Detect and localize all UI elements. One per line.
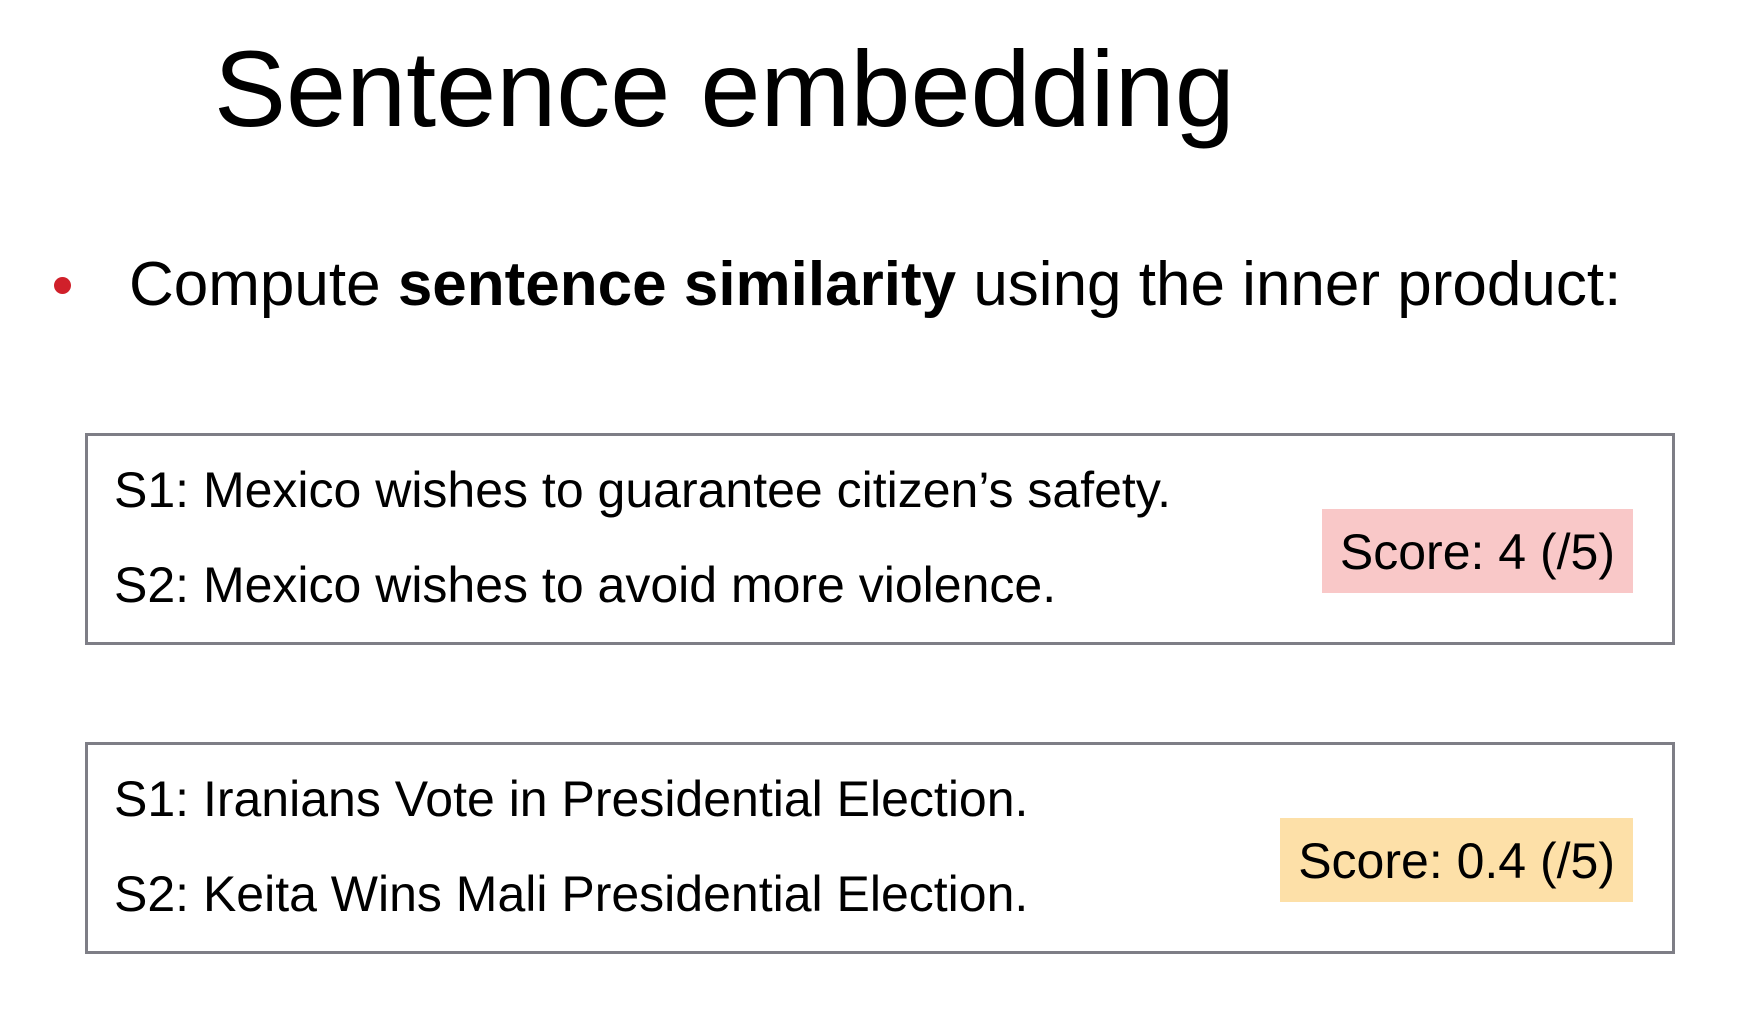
bullet-point: Compute sentence similarity using the in… [54, 248, 1621, 322]
score-badge: Score: 4 (/5) [1321, 509, 1633, 593]
bullet-bold-term: sentence similarity [397, 250, 957, 319]
sentence-2: S2: Mexico wishes to avoid more violence… [114, 557, 1057, 613]
bullet-dot-icon [54, 276, 71, 294]
bullet-prefix: Compute [129, 250, 398, 319]
sentence-pair-box-2: S1: Iranians Vote in Presidential Electi… [85, 742, 1675, 954]
score-badge: Score: 0.4 (/5) [1280, 818, 1633, 902]
sentence-2: S2: Keita Wins Mali Presidential Electio… [114, 866, 1029, 922]
sentence-1: S1: Iranians Vote in Presidential Electi… [114, 771, 1029, 827]
bullet-text: Compute sentence similarity using the in… [129, 248, 1621, 322]
sentence-1: S1: Mexico wishes to guarantee citizen’s… [114, 462, 1172, 518]
slide-title: Sentence embedding [214, 28, 1235, 149]
sentence-pair-box-1: S1: Mexico wishes to guarantee citizen’s… [85, 433, 1675, 645]
bullet-suffix: using the inner product: [956, 250, 1622, 319]
